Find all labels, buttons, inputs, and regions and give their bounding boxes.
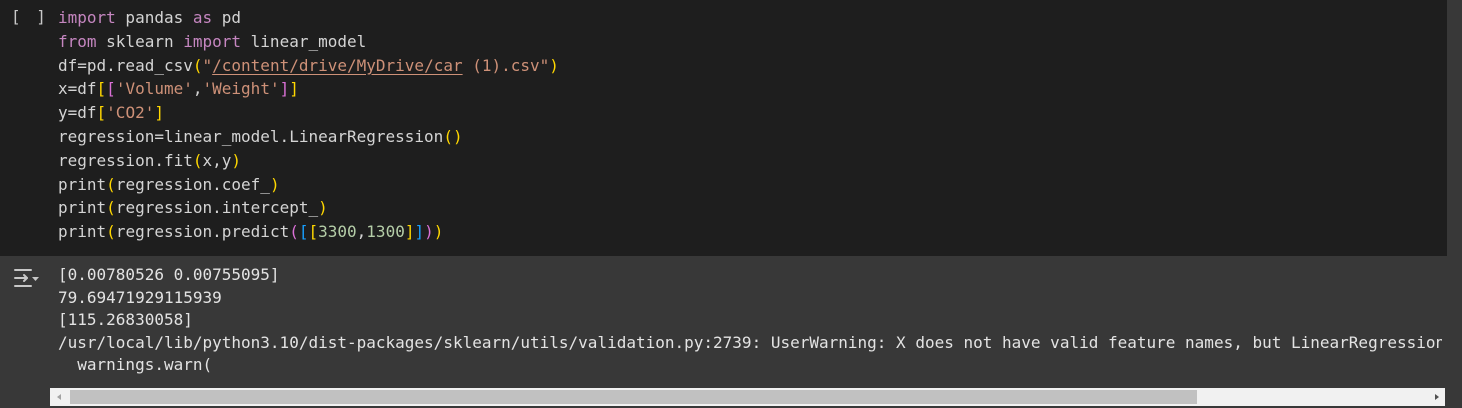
code-token: 1300 [366, 222, 405, 242]
scroll-left-arrow-icon[interactable] [50, 388, 67, 406]
code-token: ) [424, 222, 434, 242]
code-token: regression.intercept_ [115, 198, 319, 218]
code-token: import [183, 31, 242, 51]
code-token: /content/drive/MyDrive/car [212, 55, 463, 75]
code-token: from [58, 31, 97, 51]
cell-output: [0.00780526 0.00755095] 79.69471929115939… [58, 264, 1442, 377]
code-token: print [58, 222, 107, 242]
code-token: sklearn [96, 31, 184, 51]
code-token: y=df [58, 103, 97, 123]
code-token: 3300 [318, 222, 357, 242]
code-token: x,y [202, 150, 232, 170]
code-token: (1).csv" [462, 55, 550, 75]
code-line[interactable]: import pandas as pd [58, 6, 559, 30]
code-line[interactable]: df=pd.read_csv("/content/drive/MyDrive/c… [58, 54, 559, 78]
code-line[interactable]: print(regression.intercept_) [58, 196, 559, 220]
code-token: ) [433, 222, 444, 242]
output-line: /usr/local/lib/python3.10/dist-packages/… [58, 332, 1442, 352]
code-token: as [192, 8, 213, 27]
code-token: 'Weight' [202, 79, 280, 99]
cell-right-gutter [1447, 0, 1462, 408]
code-token: 'CO2' [106, 103, 155, 123]
code-token: ( [289, 222, 299, 242]
code-token: , [192, 79, 203, 99]
code-token: print [58, 198, 107, 218]
run-cell-button[interactable]: [ ] [11, 7, 49, 26]
code-token: ( [192, 55, 203, 75]
output-line: warnings.warn( [58, 355, 213, 374]
code-token: ( [192, 150, 203, 170]
code-token: ] [414, 222, 425, 242]
code-token: print [58, 174, 107, 194]
code-token: [ [106, 79, 116, 99]
code-token: 'Volume' [115, 79, 193, 99]
code-line[interactable]: regression=linear_model.LinearRegression… [58, 125, 559, 149]
code-token: pd [212, 8, 242, 27]
code-token: " [202, 55, 213, 75]
code-token: () [443, 126, 463, 146]
code-token: ( [106, 174, 116, 194]
code-token: ( [106, 198, 116, 218]
code-token: import [58, 8, 116, 27]
code-token: regression.coef_ [115, 174, 270, 194]
output-line: [0.00780526 0.00755095] [58, 265, 280, 284]
code-token: ) [231, 150, 242, 170]
code-token: x=df [58, 79, 97, 99]
code-token: ) [549, 55, 559, 75]
output-horizontal-scrollbar[interactable] [50, 388, 1445, 406]
code-token: , [356, 222, 367, 242]
code-editor[interactable]: [ ] import pandas as pd from sklearn impo… [0, 0, 1447, 256]
code-line[interactable]: y=df['CO2'] [58, 101, 559, 125]
scroll-right-arrow-icon[interactable] [1428, 388, 1445, 406]
code-line[interactable]: regression.fit(x,y) [58, 149, 559, 173]
code-token: regression.predict [115, 222, 290, 242]
code-line[interactable]: from sklearn import linear_model [58, 30, 559, 54]
code-token: pandas [115, 8, 193, 27]
code-token: regression.fit [58, 150, 193, 170]
code-text[interactable]: import pandas as pd from sklearn import l… [58, 6, 559, 244]
notebook-code-cell: [ ] import pandas as pd from sklearn impo… [0, 0, 1462, 408]
code-token: df=pd.read_csv [58, 55, 193, 75]
code-token: ] [289, 79, 299, 99]
code-token: ) [269, 174, 280, 194]
output-line: 79.69471929115939 [58, 287, 222, 307]
code-token: [ [308, 222, 319, 242]
code-token: [ [96, 79, 107, 99]
code-token: ( [106, 222, 116, 242]
code-line[interactable]: print(regression.predict([[3300,1300]])) [58, 220, 559, 244]
code-token: ) [318, 198, 328, 218]
code-line[interactable]: x=df[['Volume','Weight']] [58, 77, 559, 101]
code-token: [ [96, 103, 107, 123]
code-token: regression=linear_model.LinearRegression [58, 126, 444, 146]
output-line: [115.26830058] [58, 310, 193, 329]
code-token: linear_model [241, 31, 367, 51]
output-settings-icon[interactable] [11, 266, 41, 290]
scrollbar-thumb[interactable] [70, 390, 1197, 404]
code-line[interactable]: print(regression.coef_) [58, 173, 559, 197]
code-token: ] [279, 79, 290, 99]
code-token: ] [154, 103, 164, 123]
